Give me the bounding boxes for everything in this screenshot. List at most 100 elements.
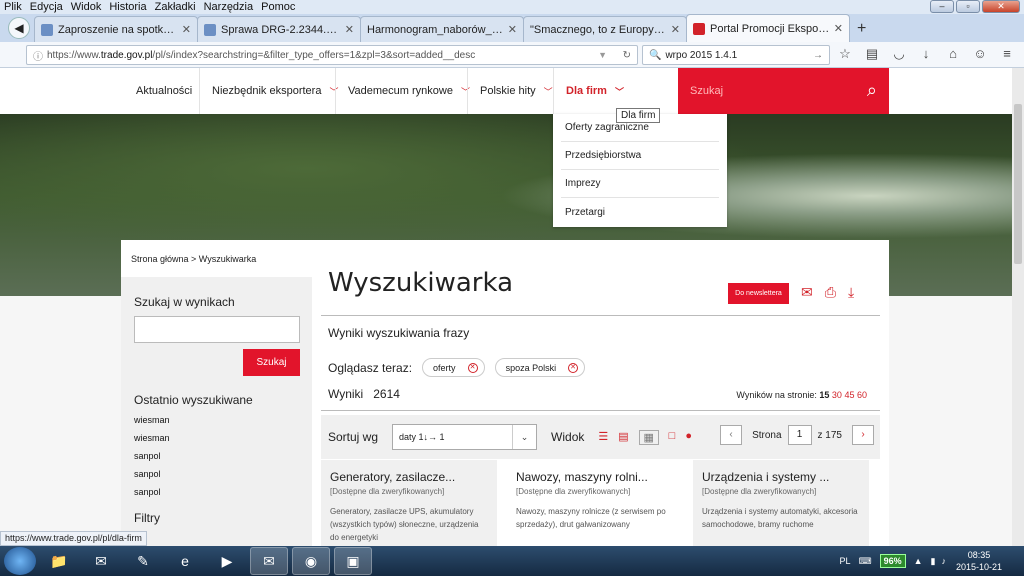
clock[interactable]: 08:35 2015-10-21 [956, 549, 1002, 573]
tab-5-active[interactable]: Portal Promocji Eksportu | ... ✕ [686, 14, 850, 42]
office-icon[interactable]: ▣ [334, 547, 372, 575]
per-page-option[interactable]: 15 [819, 390, 829, 400]
menu-file[interactable]: Plik [4, 1, 22, 13]
close-tab-icon[interactable]: ✕ [182, 23, 191, 36]
language-indicator[interactable]: PL [840, 556, 851, 566]
sidebar-search-input[interactable] [134, 316, 300, 343]
sidebar-search-button[interactable]: Szukaj [243, 349, 300, 376]
nav-polskie-hity[interactable]: Polskie hity ﹀ [467, 68, 565, 114]
tab-2[interactable]: Sprawa DRG-2.2344.2.2015 ... ✕ [197, 16, 361, 42]
pocket-icon[interactable]: ◡ [892, 46, 906, 62]
firefox-icon[interactable]: ◉ [292, 547, 330, 575]
page-input[interactable]: 1 [787, 425, 812, 445]
battery-indicator[interactable]: 96% [879, 554, 906, 568]
system-tray: PL ⌨ 96% ▲ ▮ ♪ 08:35 2015-10-21 [840, 546, 1024, 576]
close-window-button[interactable]: ✕ [982, 0, 1020, 13]
chat-icon[interactable]: ☺ [973, 46, 987, 62]
result-card[interactable]: Urządzenia i systemy ... [Dostępne dla z… [693, 460, 869, 546]
thunderbird-icon[interactable]: ✉ [82, 547, 120, 575]
card-title[interactable]: Urządzenia i systemy ... [702, 470, 860, 484]
home-icon[interactable]: ⌂ [946, 46, 960, 62]
card-title[interactable]: Generatory, zasilacze... [330, 470, 488, 484]
map-pin-icon[interactable]: ● [685, 430, 692, 445]
sort-select[interactable]: daty 1↓→ 1 ⌄ [392, 424, 538, 450]
result-card[interactable]: Generatory, zasilacze... [Dostępne dla z… [321, 460, 497, 546]
menu-edit[interactable]: Edycja [30, 1, 63, 13]
browser-search-field[interactable]: 🔍 wrpo 2015 1.4.1 → [642, 45, 830, 65]
app-icon[interactable]: ✎ [124, 547, 162, 575]
tab-1[interactable]: Zaproszenie na spotkanie I... ✕ [34, 16, 198, 42]
tab-label: Portal Promocji Eksportu | ... [710, 22, 830, 35]
print-icon[interactable]: ⎙ [825, 284, 836, 301]
arrow-right-icon[interactable]: → [813, 50, 823, 61]
new-tab-icon[interactable]: + [857, 20, 866, 38]
menu-bookmarks[interactable]: Zakładki [155, 1, 196, 13]
ie-icon[interactable]: e [166, 547, 204, 575]
dropdown-item-przedsiebiorstwa[interactable]: Przedsiębiorstwa [561, 142, 719, 170]
reading-list-icon[interactable]: ▤ [865, 46, 879, 62]
search-icon[interactable]: ⌕ [867, 80, 877, 101]
nav-vademecum[interactable]: Vademecum rynkowe ﹀ [335, 68, 482, 114]
result-card[interactable]: Nawozy, maszyny rolni... [Dostępne dla z… [507, 460, 683, 546]
bookmark-star-icon[interactable]: ☆ [838, 46, 852, 62]
filter-pill: spoza Polski ✕ [494, 358, 586, 377]
sidebar: Szukaj w wynikach Szukaj Ostatnio wyszuk… [121, 277, 312, 546]
rows-view-icon[interactable]: ▤ [618, 430, 628, 445]
dropdown-item-przetargi[interactable]: Przetargi [561, 198, 719, 226]
prev-page-button[interactable]: ‹ [720, 425, 743, 445]
site-search-input[interactable]: Szukaj ⌕ [678, 68, 889, 114]
recent-item[interactable]: sanpol [134, 447, 299, 465]
back-icon[interactable]: ◀ [8, 17, 30, 39]
nav-aktualnosci[interactable]: Aktualności [124, 68, 204, 114]
start-button[interactable] [4, 547, 36, 575]
close-tab-icon[interactable]: ✕ [508, 23, 517, 36]
media-player-icon[interactable]: ▶ [208, 547, 246, 575]
scrollbar-thumb[interactable] [1014, 104, 1022, 264]
menu-help[interactable]: Pomoc [261, 1, 295, 13]
list-view-icon[interactable]: ☰ [598, 430, 608, 445]
download-icon[interactable]: ⤓ [848, 284, 854, 301]
per-page-option[interactable]: 45 [844, 390, 854, 400]
tile-view-icon[interactable]: □ [669, 430, 676, 445]
nav-niezbednik[interactable]: Niezbędnik eksportera ﹀ [199, 68, 350, 114]
maximize-button[interactable]: ▫ [956, 0, 980, 13]
menu-view[interactable]: Widok [71, 1, 102, 13]
grid-view-icon[interactable]: ▦ [638, 429, 659, 445]
recent-item[interactable]: sanpol [134, 465, 299, 483]
per-page-option[interactable]: 60 [857, 390, 867, 400]
dropdown-item-imprezy[interactable]: Imprezy [561, 170, 719, 198]
network-icon[interactable]: ▮ [931, 556, 936, 567]
hamburger-menu-icon[interactable]: ≡ [1000, 46, 1014, 62]
browser-search-value: wrpo 2015 1.4.1 [665, 49, 738, 61]
close-tab-icon[interactable]: ✕ [671, 23, 680, 36]
download-icon[interactable]: ↓ [919, 46, 933, 62]
per-page-option[interactable]: 30 [832, 390, 842, 400]
tab-3[interactable]: Harmonogram_naborów_wnio... ✕ [360, 16, 524, 42]
next-page-button[interactable]: › [852, 425, 874, 445]
newsletter-button[interactable]: Do newslettera [728, 283, 789, 304]
menu-history[interactable]: Historia [109, 1, 146, 13]
outlook-icon[interactable]: ✉ [250, 547, 288, 575]
recent-item[interactable]: wiesman [134, 411, 299, 429]
card-title[interactable]: Nawozy, maszyny rolni... [516, 470, 674, 484]
volume-icon[interactable]: ♪ [941, 556, 946, 566]
tray-arrow-icon[interactable]: ▲ [914, 556, 923, 566]
close-tab-icon[interactable]: ✕ [834, 22, 843, 35]
remove-filter-icon[interactable]: ✕ [568, 362, 579, 373]
recent-item[interactable]: wiesman [134, 429, 299, 447]
url-field[interactable]: ⓘ https://www. trade.gov.pl/pl/s/index?se… [26, 45, 638, 65]
breadcrumb[interactable]: Strona główna > Wyszukiwarka [131, 254, 256, 264]
remove-filter-icon[interactable]: ✕ [467, 362, 478, 373]
close-tab-icon[interactable]: ✕ [345, 23, 354, 36]
scrollbar[interactable] [1012, 68, 1024, 546]
recent-item[interactable]: sanpol [134, 483, 299, 501]
minimize-button[interactable]: – [930, 0, 954, 13]
menu-tools[interactable]: Narzędzia [204, 1, 254, 13]
explorer-icon[interactable]: 📁 [40, 547, 78, 575]
keyboard-icon[interactable]: ⌨ [859, 556, 872, 567]
mail-icon[interactable]: ✉ [801, 284, 813, 301]
reload-icon[interactable]: ↻ [623, 50, 631, 61]
tab-label: Harmonogram_naborów_wnio... [367, 23, 504, 36]
dropdown-icon[interactable]: ▼ [598, 50, 607, 60]
tab-4[interactable]: "Smacznego, to z Europy" - do... ✕ [523, 16, 687, 42]
